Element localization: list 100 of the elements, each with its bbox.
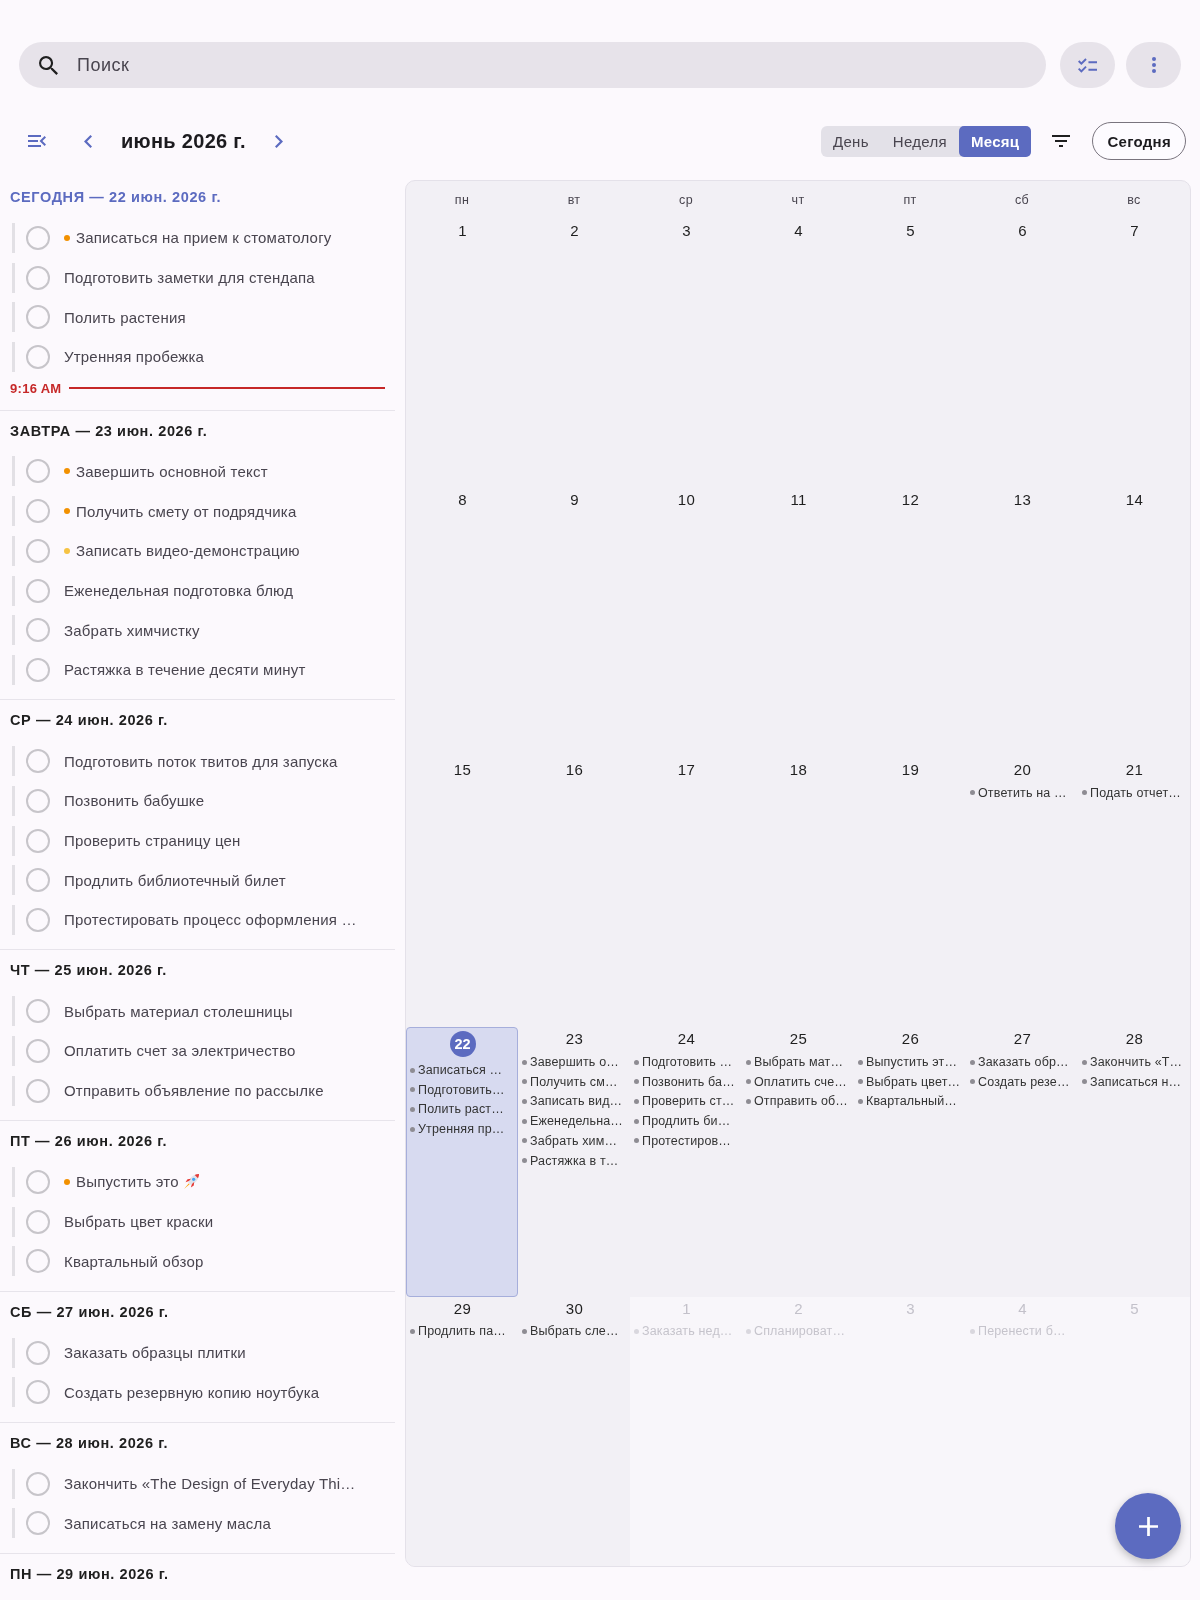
checkbox[interactable] [26, 1471, 50, 1496]
checkbox[interactable] [26, 1511, 50, 1536]
event-title[interactable]: Позвонить ба… [642, 1074, 735, 1089]
checkbox[interactable] [26, 749, 50, 774]
event-title[interactable]: Записаться н… [1090, 1074, 1182, 1089]
event-title[interactable]: Полить раст… [418, 1102, 504, 1117]
task-item[interactable]: Записаться на замену масла [12, 1508, 390, 1539]
event-title[interactable]: Выбрать сле… [530, 1324, 619, 1339]
task-item[interactable]: Записаться на прием к стоматологу [12, 222, 390, 253]
task-item[interactable]: Выбрать материал столешницы [12, 996, 390, 1027]
view-tab[interactable]: День [820, 125, 881, 157]
task-item[interactable]: Получить смету от подрядчика [12, 496, 390, 527]
event-title[interactable]: Еженедельна… [530, 1114, 624, 1129]
task-item[interactable]: Подготовить заметки для стендапа [12, 262, 390, 293]
checkbox[interactable] [26, 305, 50, 330]
event-dot-icon [1082, 1079, 1087, 1085]
checkbox[interactable] [26, 1340, 50, 1365]
checkbox[interactable] [26, 265, 50, 290]
event-title[interactable]: Заказать обр… [978, 1055, 1069, 1070]
checkbox[interactable] [26, 1209, 50, 1234]
event-title[interactable]: Проверить ст… [642, 1094, 735, 1109]
view-tab[interactable]: Неделя [880, 125, 959, 157]
task-item[interactable]: Записать видео-демонстрацию [12, 535, 390, 566]
checkbox[interactable] [26, 1169, 50, 1194]
task-item[interactable]: Продлить библиотечный билет [12, 865, 390, 896]
event-dot-icon [746, 1098, 751, 1104]
checkbox[interactable] [26, 499, 50, 524]
event-title[interactable]: Отправить об… [754, 1094, 848, 1109]
task-item[interactable]: Протестировать процесс оформления … [12, 904, 390, 935]
event-title[interactable]: Квартальный… [866, 1094, 957, 1109]
view-tab[interactable]: Месяц [958, 125, 1032, 157]
event-title[interactable]: Ответить на … [978, 785, 1067, 800]
task-item[interactable]: Выпустить это [12, 1166, 390, 1197]
day-heading: СЕГОДНЯ — 22 июн. 2026 г. [10, 188, 222, 207]
task-item[interactable]: Отправить объявление по рассылке [12, 1075, 390, 1106]
task-item[interactable]: Оплатить счет за электричество [12, 1035, 390, 1066]
event-dot-icon [410, 1126, 415, 1132]
task-item[interactable]: Квартальный обзор [12, 1246, 390, 1277]
event-title[interactable]: Забрать хим… [530, 1133, 618, 1148]
checkbox[interactable] [26, 459, 50, 484]
task-item[interactable]: Утренняя пробежка [12, 341, 390, 372]
task-item[interactable]: Растяжка в течение десяти минут [12, 654, 390, 685]
today-button[interactable]: Сегодня [1092, 122, 1186, 160]
event-title[interactable]: Протестиров… [642, 1133, 731, 1148]
task-item[interactable]: Заказать образцы плитки [12, 1337, 390, 1368]
event-title[interactable]: Завершить о… [530, 1055, 619, 1070]
checklist-button[interactable] [1060, 42, 1115, 88]
event-title[interactable]: Утренняя пр… [418, 1122, 505, 1137]
checkbox[interactable] [26, 578, 50, 603]
checkbox[interactable] [26, 868, 50, 893]
event-title[interactable]: Получить см… [530, 1074, 618, 1089]
event-title[interactable]: Подготовить … [642, 1055, 733, 1070]
event-title[interactable]: Закончить «Т… [1090, 1055, 1183, 1070]
task-item[interactable]: Выбрать цвет краски [12, 1206, 390, 1237]
event-title[interactable]: Выбрать мат… [754, 1055, 844, 1070]
checkbox[interactable] [26, 788, 50, 813]
checkbox[interactable] [26, 538, 50, 563]
event-title[interactable]: Подать отчет… [1090, 785, 1181, 800]
checkbox[interactable] [26, 907, 50, 932]
task-item[interactable]: Подготовить поток твитов для запуска [12, 746, 390, 777]
more-button[interactable] [1126, 42, 1181, 88]
event-title[interactable]: Растяжка в т… [530, 1153, 619, 1168]
event-dot-icon [522, 1079, 527, 1085]
task-title: Завершить основной текст [76, 463, 268, 480]
event-title[interactable]: Оплатить сче… [754, 1074, 847, 1089]
event-title[interactable]: Продлить па… [418, 1324, 506, 1339]
event-title[interactable]: Подготовить… [418, 1082, 505, 1097]
checkbox[interactable] [26, 344, 50, 369]
task-item[interactable]: Создать резервную копию ноутбука [12, 1377, 390, 1408]
day-number: 18 [789, 759, 808, 780]
search-field[interactable]: Поиск [19, 42, 1046, 88]
checkbox[interactable] [26, 657, 50, 682]
day-number: 9 [570, 490, 579, 511]
day-number: 17 [677, 759, 696, 780]
event-title[interactable]: Выбрать цвет… [866, 1074, 961, 1089]
event-title[interactable]: Записать вид… [530, 1094, 623, 1109]
checkbox[interactable] [26, 618, 50, 643]
checkbox[interactable] [26, 1249, 50, 1274]
task-item[interactable]: Забрать химчистку [12, 615, 390, 646]
task-item[interactable]: Полить растения [12, 302, 390, 333]
checkbox[interactable] [26, 828, 50, 853]
checkbox[interactable] [26, 225, 50, 250]
day-number: 29 [453, 1298, 472, 1319]
event-title[interactable]: Создать резе… [978, 1074, 1070, 1089]
checkbox[interactable] [26, 1038, 50, 1063]
task-item[interactable]: Позвонить бабушке [12, 785, 390, 816]
checkbox[interactable] [26, 999, 50, 1024]
event-title[interactable]: Выпустить эт… [866, 1055, 958, 1070]
event-title[interactable]: Записаться … [418, 1063, 503, 1078]
day-cell[interactable]: 22 Записаться … Подготовить… Полить раст… Утренняя пр… [406, 1027, 518, 1297]
task-title: Полить растения [64, 308, 186, 326]
task-title: Оплатить счет за электричество [64, 1042, 296, 1060]
checkbox[interactable] [26, 1078, 50, 1103]
task-item[interactable]: Закончить «The Design of Everyday Thi… [12, 1468, 390, 1499]
event-title[interactable]: Продлить би… [642, 1114, 731, 1129]
checkbox[interactable] [26, 1380, 50, 1405]
task-title: Создать резервную копию ноутбука [64, 1383, 320, 1401]
task-item[interactable]: Еженедельная подготовка блюд [12, 575, 390, 606]
task-item[interactable]: Проверить страницу цен [12, 825, 390, 856]
task-item[interactable]: Завершить основной текст [12, 456, 390, 487]
